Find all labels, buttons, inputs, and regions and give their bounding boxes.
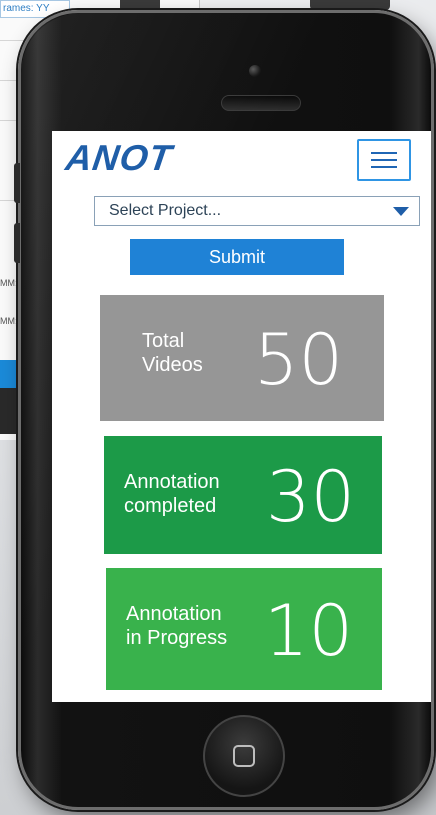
phone-volume-button: [14, 163, 20, 203]
hamburger-menu-icon: [371, 166, 397, 168]
stat-value: 10: [264, 590, 354, 672]
app-screen: ANOT Select Project... Submit Total Vide…: [52, 131, 431, 702]
caret-down-icon: [393, 207, 409, 216]
camera-icon: [249, 65, 261, 77]
stat-card-annotation-completed[interactable]: Annotation completed 30: [104, 436, 382, 554]
stat-value: 50: [254, 319, 344, 401]
project-select[interactable]: Select Project...: [94, 196, 420, 226]
brand-logo: ANOT: [63, 137, 175, 178]
stat-label: Annotation in Progress: [126, 603, 228, 649]
home-button[interactable]: [203, 715, 285, 797]
stat-label: Total Videos: [142, 330, 203, 376]
home-square-icon: [233, 745, 255, 767]
stat-card-annotation-in-progress[interactable]: Annotation in Progress 10: [106, 568, 382, 690]
speaker-grille: [221, 95, 301, 111]
stat-value: 30: [266, 456, 356, 538]
stat-label: Annotation completed: [124, 471, 220, 517]
background-tab: [310, 0, 390, 10]
project-select-value: Select Project...: [109, 202, 222, 219]
phone-volume-button: [14, 223, 20, 263]
background-side-text: MM;: [0, 316, 18, 326]
hamburger-menu-icon: [371, 152, 397, 154]
hamburger-menu-icon: [371, 159, 397, 161]
submit-button[interactable]: Submit: [130, 239, 344, 275]
stat-card-total-videos[interactable]: Total Videos 50: [100, 295, 384, 421]
hamburger-menu-button[interactable]: [357, 139, 411, 181]
